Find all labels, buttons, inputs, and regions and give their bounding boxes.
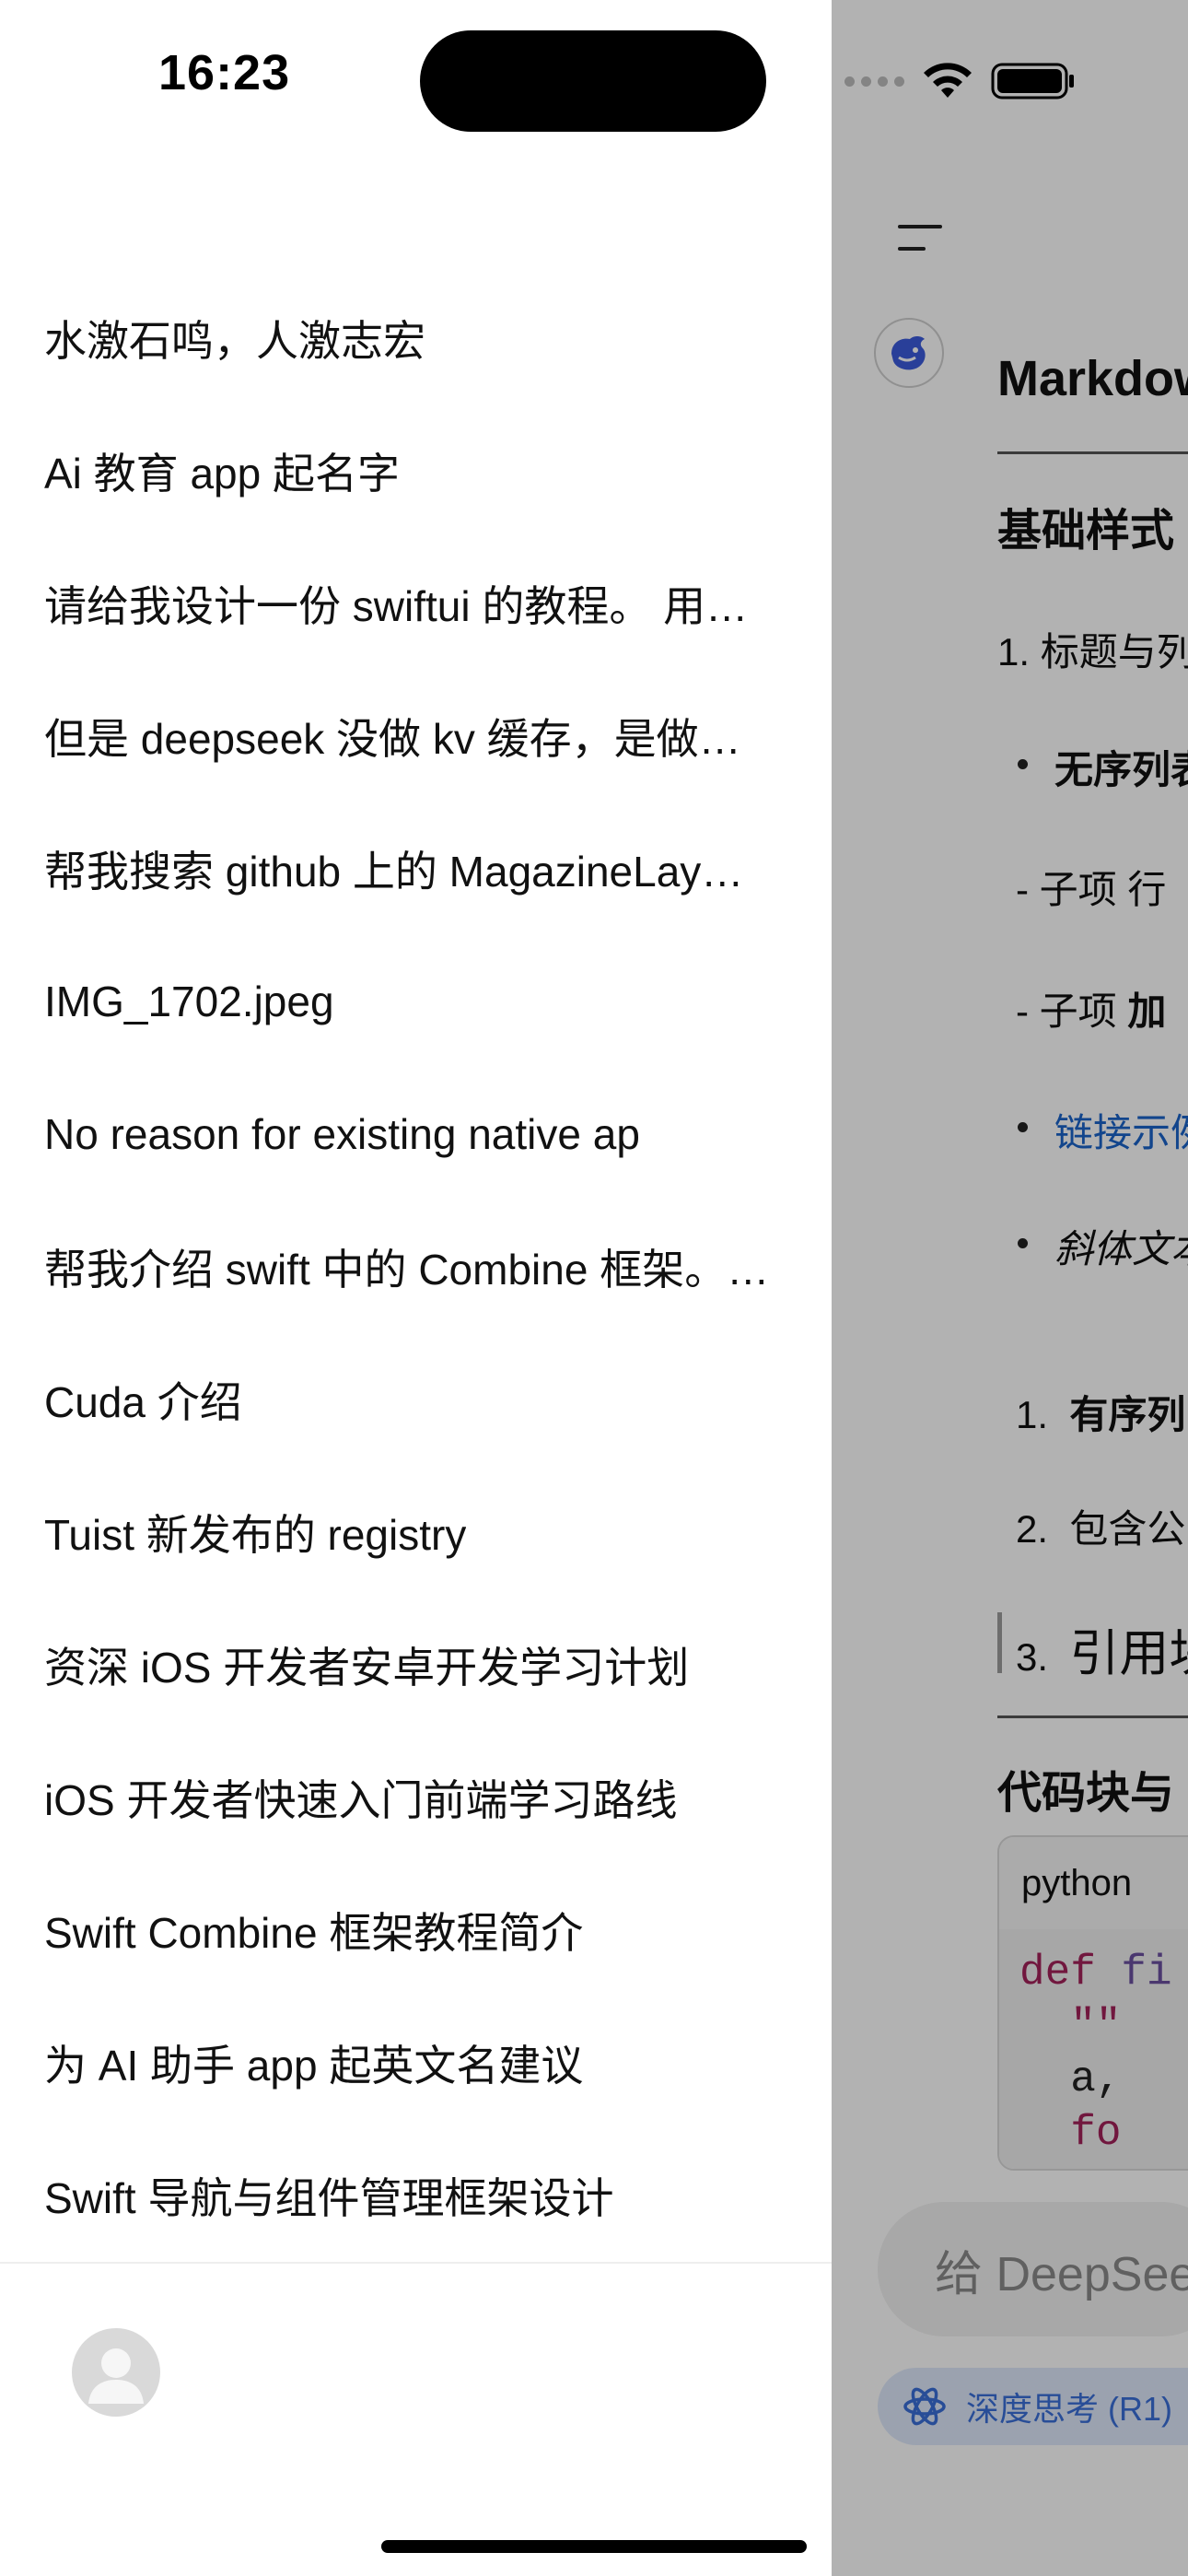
history-item-label: 资深 iOS 开发者安卓开发学习计划 [44,1644,690,1692]
ordered-list-item: 2. 包含公 [1016,1498,1185,1554]
person-icon [88,2348,144,2404]
history-item-label: IMG_1702.jpeg [44,978,334,1025]
divider [997,451,1188,454]
list-heading: 1. 标题与列 [997,630,1188,673]
history-drawer: 16:23 水激石鸣，人激志宏 Ai 教育 app 起名字请给我设计一份 swif… [0,0,832,2576]
list-number: 2. [1016,1507,1049,1551]
history-item[interactable]: No reason for existing native ap [0,1068,832,1200]
wifi-icon [924,63,972,98]
bullet-icon [1018,1122,1028,1132]
list-number: 3. [1016,1635,1049,1679]
code-text: a, [1019,2055,1122,2103]
dynamic-island [420,30,766,132]
history-item-label: Cuda 介绍 [44,1378,242,1426]
history-item-label: 但是 deepseek 没做 kv 缓存，是做… [44,715,741,763]
user-avatar[interactable] [72,2328,160,2417]
history-item[interactable]: IMG_1702.jpeg [0,935,832,1068]
history-item-label: 为 AI 助手 app 起英文名建议 [44,2042,584,2090]
subitem-bold-text: 加 [1127,989,1167,1033]
deep-think-label: 深度思考 (R1) [966,2390,1172,2428]
section-heading: 代码块与 [997,1769,1175,1818]
code-keyword: def [1019,1949,1096,1996]
chat-screen: Markdow 基础样式 1. 标题与列 无序列表 - 子项 行 - 子项 加 … [832,0,1188,2576]
bullet-icon [1018,759,1028,769]
code-content: def fi "" a, fo [999,1929,1188,2169]
history-item[interactable]: 请给我设计一份 swiftui 的教程。 用… [0,537,832,670]
history-item[interactable]: iOS 开发者快速入门前端学习路线 [0,1731,832,1864]
list-text: 引用块 [1069,1626,1188,1681]
history-item[interactable]: Swift Combine 框架教程简介 [0,1864,832,1996]
link-example[interactable]: 链接示例 [1054,1102,1188,1158]
deepseek-logo-icon [874,318,944,388]
history-item-label: Tuist 新发布的 registry [44,1511,467,1559]
history-item[interactable]: 帮我搜索 github 上的 MagazineLay… [0,802,832,935]
list-text: 有序列 [1069,1393,1186,1436]
list-item: 斜体文本 [1054,1227,1188,1270]
history-item-label: Swift Combine 框架教程简介 [44,1909,584,1957]
message-input[interactable]: 给 DeepSeek [878,2202,1188,2336]
code-language-label: python [999,1837,1188,1929]
status-icons [844,57,1076,105]
history-item[interactable]: Swift 导航与组件管理框架设计 [0,2129,832,2262]
history-item-label: 水激石鸣，人激志宏 [44,317,425,365]
sidebar-menu-icon[interactable] [894,219,946,256]
history-item[interactable]: Cuda 介绍 [0,1333,832,1466]
history-item[interactable]: 水激石鸣，人激志宏 [0,272,832,404]
history-item[interactable]: Tuist 新发布的 registry [0,1466,832,1598]
ordered-list-item: 3. 引用块 [1016,1612,1188,1685]
history-item[interactable]: Ai 教育 app 起名字 [0,404,832,537]
message-title: Markdow [997,351,1188,406]
history-item[interactable]: 但是 deepseek 没做 kv 缓存，是做… [0,670,832,802]
blockquote-bar [997,1612,1002,1673]
list-subitem: - 子项 加 [1016,980,1166,1036]
subitem-text: - 子项 [1016,989,1128,1033]
history-item-label: iOS 开发者快速入门前端学习路线 [44,1776,678,1824]
atom-icon [903,2387,946,2426]
code-string: "" [1019,2002,1122,2050]
history-item-label: 帮我介绍 swift 中的 Combine 框架。… [44,1246,770,1294]
history-item-label: Ai 教育 app 起名字 [44,450,400,498]
history-item[interactable]: 为 AI 助手 app 起英文名建议 [0,1996,832,2129]
history-item-label: 帮我搜索 github 上的 MagazineLay… [44,848,744,896]
bullet-icon [1018,1238,1028,1248]
list-number: 1. [1016,1393,1049,1436]
list-item: 无序列表 [1054,748,1188,791]
drawer-divider [0,2262,832,2264]
section-heading: 基础样式 [997,507,1175,556]
cellular-signal-icon [844,76,904,87]
status-time: 16:23 [158,45,291,100]
history-item[interactable]: 资深 iOS 开发者安卓开发学习计划 [0,1598,832,1731]
list-subitem: - 子项 行 [1016,868,1167,911]
home-indicator [381,2540,807,2553]
history-item-label: 请给我设计一份 swiftui 的教程。 用… [44,582,749,630]
battery-icon [991,63,1074,100]
history-list: 水激石鸣，人激志宏 Ai 教育 app 起名字请给我设计一份 swiftui 的教… [0,272,832,2262]
divider [997,1715,1188,1718]
deep-think-button[interactable]: 深度思考 (R1) [878,2368,1188,2445]
history-item[interactable]: 帮我介绍 swift 中的 Combine 框架。… [0,1200,832,1333]
history-item-label: Swift 导航与组件管理框架设计 [44,2174,614,2222]
code-block: python def fi "" a, fo [997,1835,1188,2171]
ordered-list-item: 1. 有序列 [1016,1384,1185,1440]
history-item-label: No reason for existing native ap [44,1110,640,1158]
list-text: 包含公 [1069,1507,1186,1551]
code-keyword: fo [1019,2109,1122,2157]
code-function: fi [1095,1949,1172,1996]
